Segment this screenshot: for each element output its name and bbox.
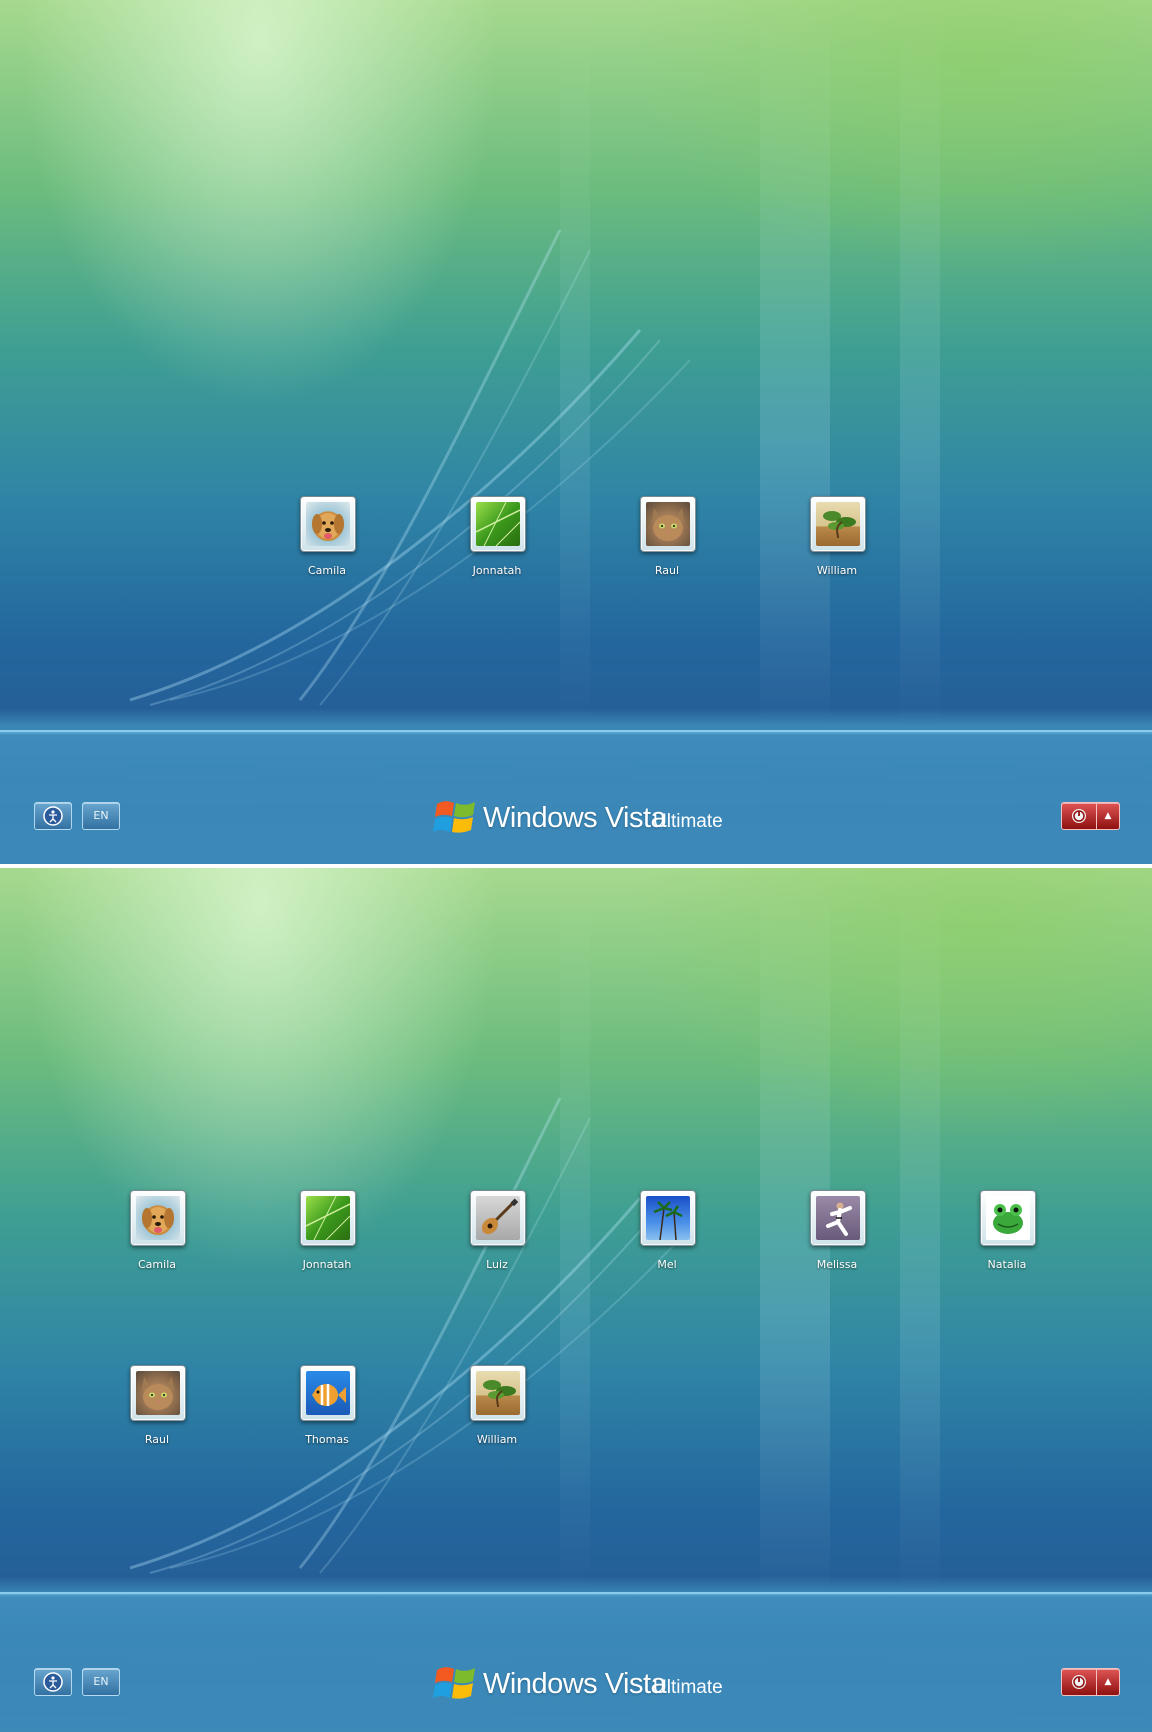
user-name[interactable]: Camila [267, 564, 387, 577]
user-picture-frame[interactable] [130, 1365, 186, 1421]
palm-trees-picture [646, 1196, 690, 1240]
edition-name: Ultimate [653, 1677, 723, 1698]
user-picture-frame[interactable] [300, 1365, 356, 1421]
ease-of-access-button[interactable] [34, 1668, 72, 1696]
shutdown-options-button[interactable]: ▲ [1096, 802, 1120, 830]
user-name[interactable]: Melissa [777, 1258, 897, 1271]
user-name[interactable]: Natalia [947, 1258, 1067, 1271]
user-tile-william[interactable]: William [437, 1365, 557, 1465]
user-name[interactable]: Raul [607, 564, 727, 577]
fish-picture [306, 1371, 350, 1415]
horizon-floor [0, 730, 1152, 864]
bonsai-picture [476, 1371, 520, 1415]
user-tile-thomas[interactable]: Thomas [267, 1365, 387, 1465]
user-picture-frame[interactable] [470, 1365, 526, 1421]
user-name[interactable]: Raul [97, 1433, 217, 1446]
dog-picture [136, 1196, 180, 1240]
user-tile-william[interactable]: William [777, 496, 897, 596]
user-tile-camila[interactable]: Camila [97, 1190, 217, 1290]
user-tile-jonnatah[interactable]: Jonnatah [267, 1190, 387, 1290]
user-tile-raul[interactable]: Raul [607, 496, 727, 596]
user-picture-frame[interactable] [300, 1190, 356, 1246]
user-picture-frame[interactable] [130, 1190, 186, 1246]
user-picture-frame[interactable] [640, 496, 696, 552]
user-picture-frame[interactable] [300, 496, 356, 552]
power-icon [1072, 809, 1086, 823]
kitten-picture [646, 502, 690, 546]
user-picture-frame[interactable] [810, 1190, 866, 1246]
power-icon [1072, 1675, 1086, 1689]
user-tile-mel[interactable]: Mel [607, 1190, 727, 1290]
windows-flag-logo [433, 1667, 475, 1699]
user-name[interactable]: Camila [97, 1258, 217, 1271]
user-name[interactable]: Mel [607, 1258, 727, 1271]
product-name: Windows Vista [483, 802, 667, 834]
shutdown-button[interactable] [1061, 1668, 1097, 1696]
user-picture-frame[interactable] [810, 496, 866, 552]
ease-of-access-icon [43, 806, 63, 826]
shutdown-button[interactable] [1061, 802, 1097, 830]
user-name[interactable]: Jonnatah [437, 564, 557, 577]
user-name[interactable]: Thomas [267, 1433, 387, 1446]
user-tile-luiz[interactable]: Luiz [437, 1190, 557, 1290]
user-name[interactable]: Jonnatah [267, 1258, 387, 1271]
user-tile-natalia[interactable]: Natalia [947, 1190, 1067, 1290]
logon-screen-bottom: Camila Jonnatah Luiz Mel Melissa Natalia… [0, 868, 1152, 1732]
user-name[interactable]: William [777, 564, 897, 577]
product-name: Windows Vista [483, 1668, 667, 1700]
edition-name: Ultimate [653, 811, 723, 832]
user-picture-frame[interactable] [980, 1190, 1036, 1246]
chevron-up-icon: ▲ [1104, 1677, 1112, 1687]
frog-picture [986, 1196, 1030, 1240]
bonsai-picture [816, 502, 860, 546]
user-picture-frame[interactable] [470, 496, 526, 552]
user-picture-frame[interactable] [470, 1190, 526, 1246]
logon-screen-top: Camila Jonnatah Raul William EN Windows … [0, 0, 1152, 864]
user-picture-frame[interactable] [640, 1190, 696, 1246]
guitar-picture [476, 1196, 520, 1240]
user-tile-camila[interactable]: Camila [267, 496, 387, 596]
windows-vista-brand: Windows Vista Ultimate [433, 1662, 723, 1706]
green-leaf-picture [306, 1196, 350, 1240]
windows-vista-brand: Windows Vista Ultimate [433, 796, 723, 840]
ease-of-access-icon [43, 1672, 63, 1692]
dog-picture [306, 502, 350, 546]
language-button[interactable]: EN [82, 802, 120, 830]
language-button[interactable]: EN [82, 1668, 120, 1696]
user-tile-melissa[interactable]: Melissa [777, 1190, 897, 1290]
user-tile-raul[interactable]: Raul [97, 1365, 217, 1465]
shutdown-options-button[interactable]: ▲ [1096, 1668, 1120, 1696]
kitten-picture [136, 1371, 180, 1415]
user-tile-jonnatah[interactable]: Jonnatah [437, 496, 557, 596]
horizon-floor [0, 1592, 1152, 1728]
karate-picture [816, 1196, 860, 1240]
user-name[interactable]: Luiz [437, 1258, 557, 1271]
chevron-up-icon: ▲ [1104, 811, 1112, 821]
user-name[interactable]: William [437, 1433, 557, 1446]
ease-of-access-button[interactable] [34, 802, 72, 830]
green-leaf-picture [476, 502, 520, 546]
windows-flag-logo [433, 801, 475, 833]
